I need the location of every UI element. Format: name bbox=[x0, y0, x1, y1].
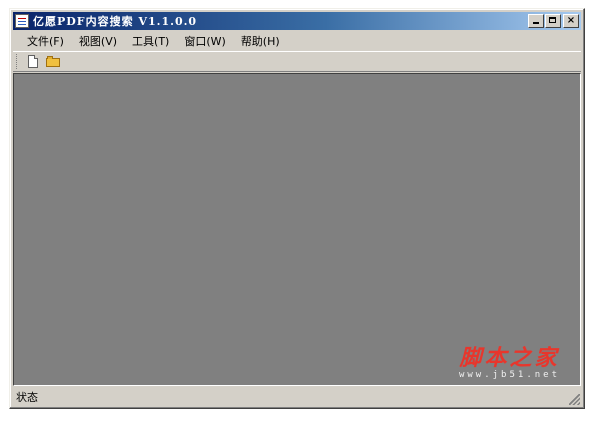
maximize-button[interactable] bbox=[545, 14, 561, 28]
new-button[interactable] bbox=[23, 53, 43, 71]
close-button[interactable]: × bbox=[563, 14, 579, 28]
toolbar-grip[interactable] bbox=[16, 54, 19, 69]
window-title: 亿愿PDF内容搜索 V1.1.0.0 bbox=[33, 15, 198, 28]
menu-view[interactable]: 视图(V) bbox=[73, 31, 123, 51]
menu-file[interactable]: 文件(F) bbox=[21, 31, 70, 51]
mdi-workspace[interactable]: 脚本之家 www.jb51.net bbox=[13, 73, 581, 386]
watermark-title: 脚本之家 bbox=[459, 345, 560, 371]
menu-tools[interactable]: 工具(T) bbox=[126, 31, 175, 51]
open-button[interactable] bbox=[43, 53, 63, 71]
new-document-icon bbox=[28, 55, 38, 68]
menu-window[interactable]: 窗口(W) bbox=[178, 31, 231, 51]
status-bar: 状态 bbox=[13, 387, 581, 406]
toolbar bbox=[13, 51, 581, 72]
title-bar[interactable]: 亿愿PDF内容搜索 V1.1.0.0 × bbox=[13, 12, 581, 30]
watermark: 脚本之家 www.jb51.net bbox=[459, 346, 560, 381]
open-folder-icon bbox=[45, 56, 61, 67]
app-window: 亿愿PDF内容搜索 V1.1.0.0 × 文件(F) 视图(V) 工具(T) 窗… bbox=[9, 8, 585, 409]
minimize-button[interactable] bbox=[528, 14, 544, 28]
app-icon[interactable] bbox=[15, 14, 29, 28]
resize-grip-icon[interactable] bbox=[569, 394, 580, 405]
watermark-url: www.jb51.net bbox=[458, 370, 560, 380]
menu-help[interactable]: 帮助(H) bbox=[235, 31, 286, 51]
menu-bar: 文件(F) 视图(V) 工具(T) 窗口(W) 帮助(H) bbox=[13, 31, 581, 51]
window-controls: × bbox=[527, 14, 579, 28]
status-text: 状态 bbox=[16, 390, 38, 404]
